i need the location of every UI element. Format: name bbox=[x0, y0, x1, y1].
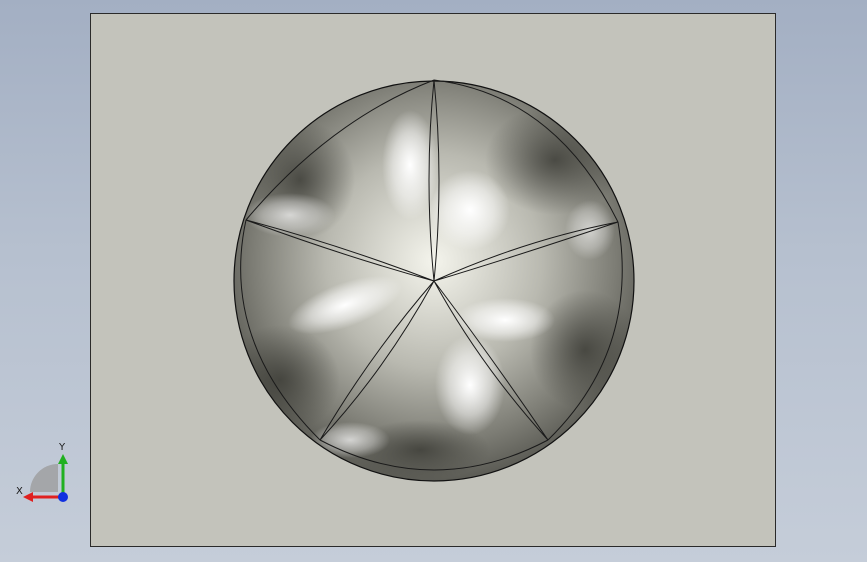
specular-highlight bbox=[245, 193, 335, 237]
x-axis-arrowhead bbox=[23, 492, 33, 502]
specular-highlight bbox=[310, 422, 390, 458]
domed-part-model[interactable] bbox=[0, 0, 867, 562]
y-axis-arrowhead bbox=[58, 454, 68, 464]
specular-highlight bbox=[435, 335, 505, 435]
specular-highlight bbox=[430, 170, 510, 250]
triad-plane-icon bbox=[30, 464, 58, 492]
graphics-viewport[interactable]: X Y bbox=[0, 0, 867, 562]
z-axis-dot bbox=[58, 492, 68, 502]
y-axis-label: Y bbox=[59, 442, 66, 453]
shadow-region bbox=[234, 325, 340, 435]
x-axis-label: X bbox=[16, 486, 23, 497]
specular-highlight bbox=[565, 200, 615, 260]
